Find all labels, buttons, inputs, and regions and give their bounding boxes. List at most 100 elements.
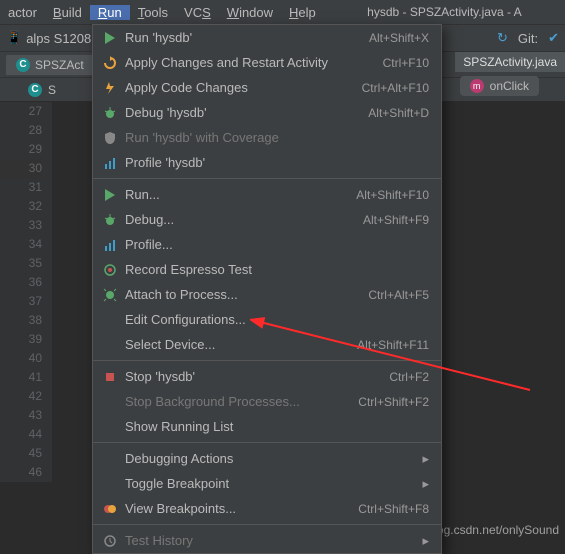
- update-icon[interactable]: ↻: [497, 30, 508, 46]
- gutter: 2728293031323334353637383940414243444546: [0, 102, 52, 482]
- menu-item-label: Stop Background Processes...: [125, 394, 358, 409]
- shortcut: Ctrl+Alt+F10: [362, 81, 429, 95]
- play-g-icon: [101, 187, 119, 203]
- menu-item-edit-configurations[interactable]: Edit Configurations...: [93, 307, 441, 332]
- shortcut: Ctrl+Shift+F2: [358, 395, 429, 409]
- menu-item-run[interactable]: Run...Alt+Shift+F10: [93, 182, 441, 207]
- menu-item-label: Debugging Actions: [125, 451, 422, 466]
- menu-item-test-history: Test History▸: [93, 528, 441, 553]
- run-menu: Run 'hysdb'Alt+Shift+XApply Changes and …: [92, 24, 442, 554]
- submenu-arrow-icon: ▸: [422, 476, 429, 492]
- menu-item-debug-hysdb[interactable]: Debug 'hysdb'Alt+Shift+D: [93, 100, 441, 125]
- shortcut: Alt+Shift+F10: [356, 188, 429, 202]
- menu-item-label: Record Espresso Test: [125, 262, 429, 277]
- profile-icon: [101, 155, 119, 171]
- editor-tab-right[interactable]: SPSZActivity.java: [455, 52, 565, 72]
- menu-build[interactable]: Build: [45, 5, 90, 20]
- shortcut: Alt+Shift+D: [368, 106, 429, 120]
- menu-tools[interactable]: Tools: [130, 5, 176, 20]
- menu-item-profile-hysdb[interactable]: Profile 'hysdb': [93, 150, 441, 175]
- shortcut: Ctrl+Shift+F8: [358, 502, 429, 516]
- shortcut: Ctrl+F10: [383, 56, 429, 70]
- menu-item-label: Attach to Process...: [125, 287, 368, 302]
- menu-item-label: Select Device...: [125, 337, 357, 352]
- menu-refactor[interactable]: actor: [0, 5, 45, 20]
- commit-icon[interactable]: ✔: [548, 30, 559, 46]
- blank-icon: [101, 312, 119, 328]
- tab-label: SPSZAct: [35, 58, 84, 72]
- shield-icon: [101, 130, 119, 146]
- menubar: actor Build Run Tools VCS Window Help hy…: [0, 0, 565, 24]
- menu-item-profile[interactable]: Profile...: [93, 232, 441, 257]
- git-label: Git:: [518, 31, 538, 46]
- menu-item-run-hysdb-with-coverage: Run 'hysdb' with Coverage: [93, 125, 441, 150]
- menu-item-label: Apply Code Changes: [125, 80, 362, 95]
- menu-item-label: Test History: [125, 533, 422, 548]
- menu-item-label: Toggle Breakpoint: [125, 476, 422, 491]
- stop-icon: [101, 369, 119, 385]
- blank-icon: [101, 451, 119, 467]
- method-pill[interactable]: m onClick: [460, 76, 539, 96]
- blank-icon: [101, 337, 119, 353]
- shortcut: Ctrl+Alt+F5: [368, 288, 429, 302]
- menu-item-record-espresso-test[interactable]: Record Espresso Test: [93, 257, 441, 282]
- menu-item-attach-to-process[interactable]: Attach to Process...Ctrl+Alt+F5: [93, 282, 441, 307]
- menu-help[interactable]: Help: [281, 5, 324, 20]
- editor-tab[interactable]: C SPSZAct: [6, 55, 94, 75]
- window-title: hysdb - SPSZActivity.java - A: [324, 5, 565, 19]
- menu-item-label: Profile...: [125, 237, 429, 252]
- menu-item-label: Debug...: [125, 212, 363, 227]
- menu-item-label: Apply Changes and Restart Activity: [125, 55, 383, 70]
- run-config-dropdown[interactable]: 📱 alps S1208 ▾: [6, 30, 102, 46]
- class-icon: C: [16, 58, 30, 72]
- breadcrumb-label: S: [48, 83, 56, 97]
- menu-window[interactable]: Window: [219, 5, 281, 20]
- config-label: alps S1208: [26, 31, 91, 46]
- attach-icon: [101, 287, 119, 303]
- menu-item-label: Debug 'hysdb': [125, 105, 368, 120]
- menu-vcs[interactable]: VCS: [176, 5, 219, 20]
- menu-item-label: Run...: [125, 187, 356, 202]
- clock-icon: [101, 533, 119, 549]
- menu-item-view-breakpoints[interactable]: View Breakpoints...Ctrl+Shift+F8: [93, 496, 441, 521]
- submenu-arrow-icon: ▸: [422, 451, 429, 467]
- phone-icon: 📱: [6, 30, 22, 46]
- menu-item-label: View Breakpoints...: [125, 501, 358, 516]
- menu-item-show-running-list[interactable]: Show Running List: [93, 414, 441, 439]
- shortcut: Alt+Shift+X: [369, 31, 429, 45]
- menu-item-label: Edit Configurations...: [125, 312, 429, 327]
- submenu-arrow-icon: ▸: [422, 533, 429, 549]
- shortcut: Ctrl+F2: [389, 370, 429, 384]
- blank-icon: [101, 419, 119, 435]
- menu-item-select-device[interactable]: Select Device...Alt+Shift+F11: [93, 332, 441, 357]
- shortcut: Alt+Shift+F11: [357, 338, 429, 352]
- shortcut: Alt+Shift+F9: [363, 213, 429, 227]
- menu-item-label: Run 'hysdb' with Coverage: [125, 130, 429, 145]
- record-icon: [101, 262, 119, 278]
- menu-item-stop-background-processes: Stop Background Processes...Ctrl+Shift+F…: [93, 389, 441, 414]
- blank-icon: [101, 394, 119, 410]
- bug-g-icon: [101, 105, 119, 121]
- bug-g-icon: [101, 212, 119, 228]
- menu-item-apply-code-changes[interactable]: Apply Code ChangesCtrl+Alt+F10: [93, 75, 441, 100]
- menu-item-debugging-actions[interactable]: Debugging Actions▸: [93, 446, 441, 471]
- play-g-icon: [101, 30, 119, 46]
- bp-icon: [101, 501, 119, 517]
- menu-item-debug[interactable]: Debug...Alt+Shift+F9: [93, 207, 441, 232]
- menu-item-apply-changes-and-restart-activity[interactable]: Apply Changes and Restart ActivityCtrl+F…: [93, 50, 441, 75]
- menu-item-label: Profile 'hysdb': [125, 155, 429, 170]
- profile-icon: [101, 237, 119, 253]
- bolt-o-icon: [101, 80, 119, 96]
- menu-item-run-hysdb[interactable]: Run 'hysdb'Alt+Shift+X: [93, 25, 441, 50]
- menu-run[interactable]: Run: [90, 5, 130, 20]
- method-icon: m: [470, 79, 484, 93]
- menu-item-toggle-breakpoint[interactable]: Toggle Breakpoint▸: [93, 471, 441, 496]
- menu-item-stop-hysdb[interactable]: Stop 'hysdb'Ctrl+F2: [93, 364, 441, 389]
- refresh-o-icon: [101, 55, 119, 71]
- menu-item-label: Run 'hysdb': [125, 30, 369, 45]
- class-icon: C: [28, 83, 42, 97]
- blank-icon: [101, 476, 119, 492]
- menu-item-label: Show Running List: [125, 419, 429, 434]
- menu-item-label: Stop 'hysdb': [125, 369, 389, 384]
- pill-label: onClick: [490, 79, 529, 93]
